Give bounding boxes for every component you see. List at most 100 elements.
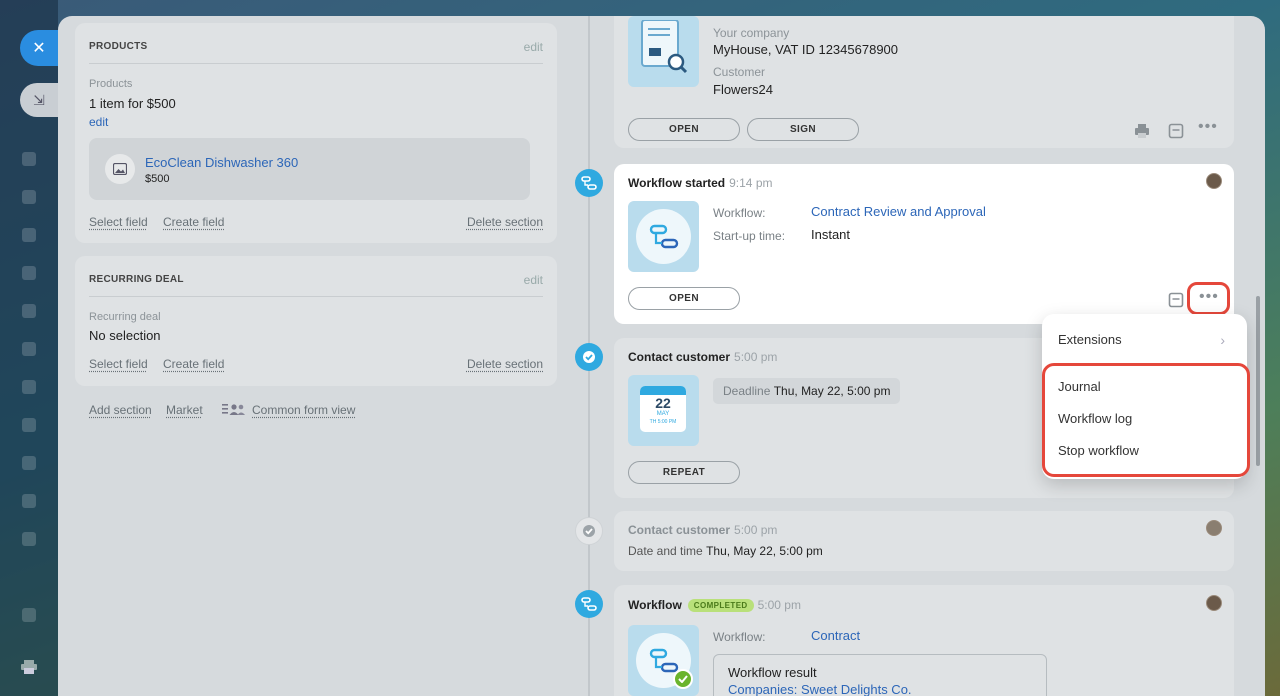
customer-label: Customer — [713, 65, 766, 79]
workflow-thumbnail — [628, 625, 699, 696]
document-thumbnail — [628, 16, 699, 87]
create-field-link[interactable]: Create field — [163, 357, 224, 371]
note-icon[interactable] — [1168, 292, 1184, 308]
products-edit-link[interactable]: edit — [89, 115, 108, 129]
workflow-name-link[interactable]: Contract Review and Approval — [811, 204, 986, 219]
workflow-icon — [649, 224, 678, 248]
workflow-name-link[interactable]: Contract — [811, 628, 860, 643]
rail-icon[interactable] — [22, 342, 36, 356]
startup-time-value: Instant — [811, 227, 851, 242]
open-workflow-button[interactable]: OPEN — [628, 287, 740, 310]
task-timeline-icon — [575, 343, 603, 371]
repeat-button[interactable]: REPEAT — [628, 461, 740, 484]
section-edit-link[interactable]: edit — [524, 273, 543, 287]
workflow-started-title: Workflow started 9:14 pm — [628, 176, 772, 190]
avatar[interactable] — [1206, 595, 1222, 611]
minimize-icon: ⇲ — [33, 91, 45, 108]
menu-item-extensions[interactable]: Extensions — [1058, 332, 1122, 347]
products-label: Products — [89, 78, 133, 90]
rail-icon[interactable] — [22, 304, 36, 318]
rail-icon[interactable] — [22, 456, 36, 470]
close-slider-button[interactable]: ✕ — [20, 30, 58, 66]
recurring-deal-label: Recurring deal — [89, 311, 161, 323]
common-form-view-link[interactable]: Common form view — [252, 403, 355, 417]
product-image-icon — [105, 154, 135, 184]
deadline-label: Deadline — [723, 384, 771, 398]
date-label: Date and time — [628, 544, 703, 558]
rail-icon[interactable] — [22, 418, 36, 432]
printer-icon[interactable] — [1134, 123, 1150, 139]
create-field-link[interactable]: Create field — [163, 215, 224, 229]
workflow-completed-title: Workflow COMPLETED 5:00 pm — [628, 598, 801, 612]
divider — [89, 63, 543, 64]
select-field-link[interactable]: Select field — [89, 357, 148, 371]
delete-section-link[interactable]: Delete section — [467, 215, 543, 229]
workflow-timeline-icon — [575, 169, 603, 197]
avatar[interactable] — [1206, 173, 1222, 189]
startup-time-label: Start-up time: — [713, 229, 786, 243]
date-value: Thu, May 22, 5:00 pm — [706, 544, 823, 558]
rail-icon[interactable] — [22, 228, 36, 242]
rail-icon[interactable] — [22, 190, 36, 204]
contact-customer-title: Contact customer 5:00 pm — [628, 350, 777, 364]
rail-icon[interactable] — [22, 266, 36, 280]
rail-icon[interactable] — [22, 494, 36, 508]
market-link[interactable]: Market — [166, 403, 203, 417]
calendar-icon: 22 MAY TH 5:00 PM — [640, 386, 686, 432]
rail-icon[interactable] — [22, 380, 36, 394]
deadline-chip[interactable]: Deadline Thu, May 22, 5:00 pm — [713, 378, 901, 404]
calendar-month: MAY — [656, 411, 670, 417]
product-price: $500 — [145, 173, 170, 185]
sign-document-button[interactable]: SIGN — [747, 118, 859, 141]
chevron-right-icon: › — [1220, 332, 1225, 348]
activity-time: 5:00 pm — [734, 523, 778, 537]
product-item[interactable]: EcoClean Dishwasher 360 $500 — [89, 138, 530, 200]
note-icon[interactable] — [1168, 123, 1184, 139]
workflow-completed-card: Workflow COMPLETED 5:00 pm Workflow: Contr… — [614, 585, 1234, 696]
delete-section-link[interactable]: Delete section — [467, 357, 543, 371]
workflow-result-label: Workflow result — [728, 665, 817, 680]
activity-title: Contact customer — [628, 350, 731, 364]
document-search-icon — [641, 20, 688, 74]
product-name[interactable]: EcoClean Dishwasher 360 — [145, 155, 298, 170]
contact-customer-done-card: Contact customer 5:00 pm Date and time Th… — [614, 511, 1234, 571]
activity-time: 5:00 pm — [734, 350, 778, 364]
more-options-highlight — [1187, 282, 1230, 315]
workflow-result-link[interactable]: Companies: Sweet Delights Co. — [728, 682, 912, 696]
status-badge: COMPLETED — [687, 599, 754, 612]
workflow-label: Workflow: — [713, 206, 766, 220]
add-section-link[interactable]: Add section — [89, 403, 152, 417]
rail-icon[interactable] — [22, 152, 36, 166]
rail-icon[interactable] — [22, 532, 36, 546]
activity-time: 5:00 pm — [757, 598, 801, 612]
divider — [89, 296, 543, 297]
workflow-timeline-icon — [575, 590, 603, 618]
more-icon[interactable]: ••• — [1198, 118, 1218, 136]
calendar-thumbnail: 22 MAY TH 5:00 PM — [628, 375, 699, 446]
open-document-button[interactable]: OPEN — [628, 118, 740, 141]
calendar-day: 22 — [655, 395, 671, 411]
close-icon: ✕ — [32, 40, 46, 57]
check-icon — [673, 669, 693, 689]
select-field-link[interactable]: Select field — [89, 215, 148, 229]
printer-icon[interactable] — [21, 660, 37, 674]
company-label: Your company — [713, 26, 790, 40]
left-rail: ✕ ⇲ — [0, 0, 58, 696]
workflow-result-box: Workflow result Companies: Sweet Delight… — [713, 654, 1047, 696]
recurring-deal-value: No selection — [89, 328, 161, 343]
workflow-thumbnail — [628, 201, 699, 272]
products-value: 1 item for $500 — [89, 96, 176, 111]
activity-title: Workflow started — [628, 176, 726, 190]
activity-title: Workflow — [628, 598, 682, 612]
section-edit-link[interactable]: edit — [524, 40, 543, 54]
company-value: MyHouse, VAT ID 12345678900 — [713, 42, 899, 57]
rail-icon[interactable] — [22, 608, 36, 622]
minimize-slider-button[interactable]: ⇲ — [20, 83, 58, 117]
workflow-icon — [649, 648, 678, 672]
activity-title: Contact customer — [628, 523, 731, 537]
avatar[interactable] — [1206, 520, 1222, 536]
date-time-row: Date and time Thu, May 22, 5:00 pm — [628, 544, 823, 558]
scrollbar[interactable] — [1256, 296, 1260, 466]
section-title: PRODUCTS — [89, 41, 148, 52]
menu-items-highlight — [1042, 363, 1250, 477]
